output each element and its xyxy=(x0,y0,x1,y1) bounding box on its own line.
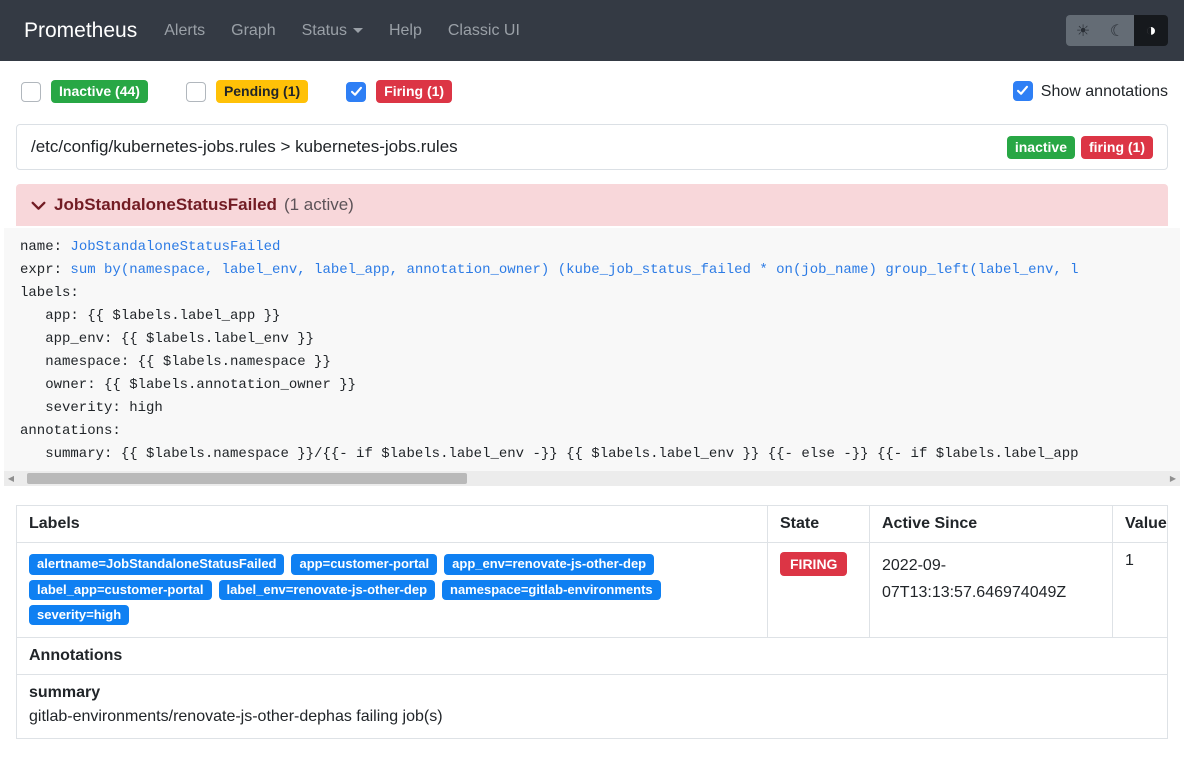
annotations-title: Annotations xyxy=(17,638,1168,675)
rule-expr-link[interactable]: JobStandaloneStatusFailed xyxy=(70,239,280,255)
filter-badge[interactable]: Pending (1) xyxy=(216,80,308,103)
nav-item-alerts[interactable]: Alerts xyxy=(151,14,218,48)
rule-definition-block: name: JobStandaloneStatusFailed expr: su… xyxy=(4,228,1180,486)
chevron-down-icon xyxy=(30,197,47,214)
firing-state-badge: FIRING xyxy=(780,552,847,576)
alert-label-badge: alertname=JobStandaloneStatusFailed xyxy=(29,554,284,574)
filter-badge[interactable]: Inactive (44) xyxy=(51,80,148,103)
alert-active-count: (1 active) xyxy=(284,195,354,215)
dark-theme-icon: ☾ xyxy=(1110,21,1124,41)
state-filters: Inactive (44) Pending (1) Firing (1) xyxy=(21,80,490,103)
alert-rule-header[interactable]: JobStandaloneStatusFailed (1 active) xyxy=(16,184,1168,226)
annotations-header-row: Annotations xyxy=(17,638,1168,675)
column-header-active-since: Active Since xyxy=(870,506,1113,543)
rule-group-badges: inactive firing (1) xyxy=(1007,136,1153,159)
annotation-key: summary xyxy=(29,684,1155,702)
alert-active-since-cell: 2022-09-07T13:13:57.646974049Z xyxy=(870,543,1113,638)
show-annotations-checkbox[interactable] xyxy=(1013,81,1033,101)
filter-firing: Firing (1) xyxy=(346,80,452,103)
scrollbar-thumb[interactable] xyxy=(27,473,467,484)
alerts-table-header-row: LabelsStateActive SinceValue xyxy=(17,506,1168,543)
nav-item-graph[interactable]: Graph xyxy=(218,14,288,48)
alerts-table: LabelsStateActive SinceValue alertname=J… xyxy=(16,505,1168,739)
alert-label-badge: label_env=renovate-js-other-dep xyxy=(219,580,435,600)
rule-yaml: name: JobStandaloneStatusFailed expr: su… xyxy=(4,228,1180,471)
alert-label-badge: namespace=gitlab-environments xyxy=(442,580,661,600)
column-header-state: State xyxy=(768,506,870,543)
filter-pending: Pending (1) xyxy=(186,80,308,103)
annotation-cell: summary gitlab-environments/renovate-js-o… xyxy=(17,675,1168,739)
column-header-labels: Labels xyxy=(17,506,768,543)
light-theme-button[interactable]: ☀ xyxy=(1066,15,1100,46)
alert-label-badge: severity=high xyxy=(29,605,129,625)
page-content: Inactive (44) Pending (1) Firing (1) Show … xyxy=(0,80,1184,739)
alert-label-badge: app_env=renovate-js-other-dep xyxy=(444,554,654,574)
chevron-down-icon xyxy=(353,28,363,33)
filter-checkbox-inactive[interactable] xyxy=(21,82,41,102)
theme-toggle-group: ☀ ☾ ◑ xyxy=(1066,15,1168,46)
dark-theme-button[interactable]: ☾ xyxy=(1100,15,1134,46)
alert-labels-cell: alertname=JobStandaloneStatusFailed app=c… xyxy=(17,543,768,638)
nav-item-classic-ui[interactable]: Classic UI xyxy=(435,14,533,48)
auto-theme-icon: ◑ xyxy=(1146,20,1157,41)
rule-group-title: /etc/config/kubernetes-jobs.rules > kube… xyxy=(31,137,458,157)
alert-rule-name: JobStandaloneStatusFailed xyxy=(54,195,277,215)
filter-checkbox-firing[interactable] xyxy=(346,82,366,102)
nav-item-help[interactable]: Help xyxy=(376,14,435,48)
show-annotations-label: Show annotations xyxy=(1041,83,1168,101)
nav-item-status[interactable]: Status xyxy=(289,14,376,48)
filter-checkbox-pending[interactable] xyxy=(186,82,206,102)
scroll-left-icon[interactable]: ◀ xyxy=(4,471,18,486)
light-theme-icon: ☀ xyxy=(1076,21,1090,41)
annotation-row: summary gitlab-environments/renovate-js-o… xyxy=(17,675,1168,739)
horizontal-scrollbar[interactable]: ◀ ▶ xyxy=(4,471,1180,486)
column-header-value: Value xyxy=(1113,506,1168,543)
group-status-badge: firing (1) xyxy=(1081,136,1153,159)
filter-row: Inactive (44) Pending (1) Firing (1) Show … xyxy=(16,80,1168,103)
filter-inactive: Inactive (44) xyxy=(21,80,148,103)
alert-instance-row: alertname=JobStandaloneStatusFailed app=c… xyxy=(17,543,1168,638)
annotation-value: gitlab-environments/renovate-js-other-de… xyxy=(29,705,1155,729)
filter-badge[interactable]: Firing (1) xyxy=(376,80,452,103)
alert-label-badge: app=customer-portal xyxy=(291,554,437,574)
rule-group-card: /etc/config/kubernetes-jobs.rules > kube… xyxy=(16,124,1168,170)
show-annotations-toggle: Show annotations xyxy=(1013,81,1168,103)
alert-state-cell: FIRING xyxy=(768,543,870,638)
group-status-badge: inactive xyxy=(1007,136,1075,159)
main-nav: AlertsGraphStatusHelpClassic UI xyxy=(151,14,533,48)
alert-label-badge: label_app=customer-portal xyxy=(29,580,212,600)
prometheus-brand[interactable]: Prometheus xyxy=(24,19,137,43)
navbar: Prometheus AlertsGraphStatusHelpClassic … xyxy=(0,0,1184,61)
alert-value-cell: 1 xyxy=(1113,543,1168,638)
scroll-right-icon[interactable]: ▶ xyxy=(1166,471,1180,486)
auto-theme-button[interactable]: ◑ xyxy=(1134,15,1168,46)
rule-expr-link[interactable]: sum by(namespace, label_env, label_app, … xyxy=(70,262,1078,278)
